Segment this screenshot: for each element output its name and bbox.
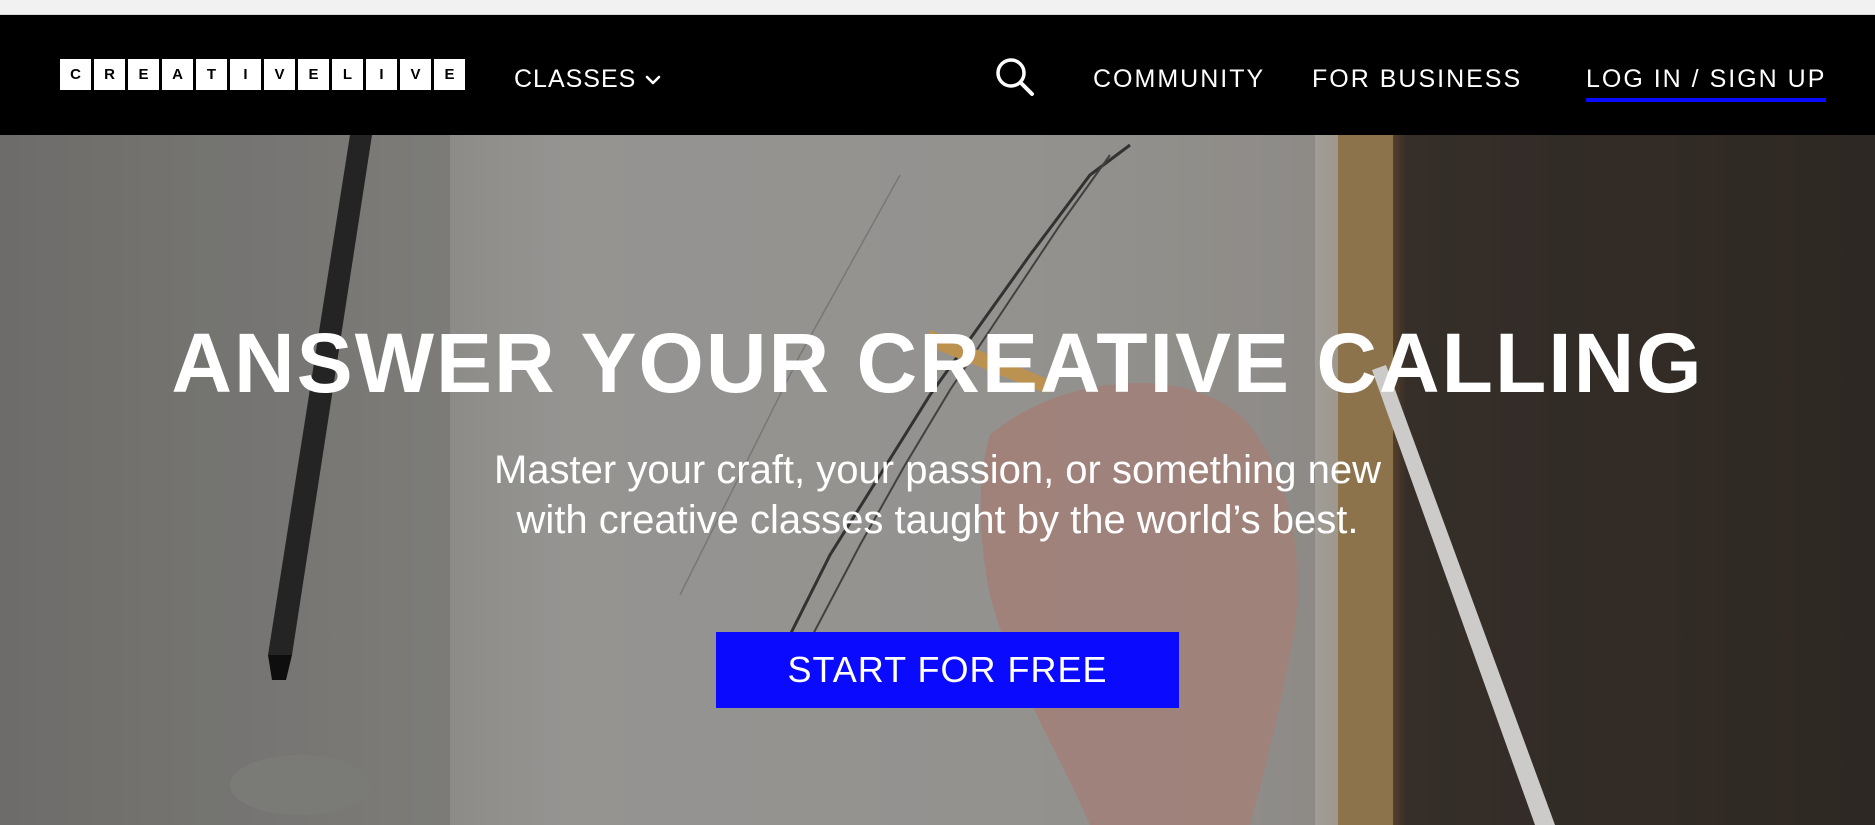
start-for-free-button[interactable]: START FOR FREE (716, 632, 1179, 708)
classes-menu[interactable]: CLASSES (514, 65, 662, 94)
search-icon (996, 58, 1034, 96)
logo-letter: E (434, 59, 465, 90)
hero-section: ANSWER YOUR CREATIVE CALLING Master your… (0, 135, 1875, 825)
logo-letter: R (94, 59, 125, 90)
creativelive-logo[interactable]: C R E A T I V E L I V E (60, 59, 465, 90)
logo-letter: E (298, 59, 329, 90)
hero-subtitle-line1: Master your craft, your passion, or some… (493, 448, 1382, 492)
hero-subtitle: Master your craft, your passion, or some… (0, 445, 1875, 545)
hero-title: ANSWER YOUR CREATIVE CALLING (171, 316, 1704, 410)
logo-letter: I (230, 59, 261, 90)
nav-community-link[interactable]: COMMUNITY (1093, 65, 1265, 94)
logo-letter: L (332, 59, 363, 90)
top-navbar: C R E A T I V E L I V E CLASSES COMMUNIT… (0, 15, 1875, 135)
logo-letter: E (128, 59, 159, 90)
login-signup-link[interactable]: LOG IN / SIGN UP (1586, 65, 1827, 102)
classes-menu-label: CLASSES (514, 65, 637, 93)
browser-chrome-strip (0, 0, 1875, 15)
logo-letter: T (196, 59, 227, 90)
search-button[interactable] (993, 55, 1037, 99)
hero-subtitle-line2: with creative classes taught by the worl… (516, 498, 1359, 542)
nav-for-business-link[interactable]: FOR BUSINESS (1312, 65, 1522, 94)
logo-letter: V (400, 59, 431, 90)
logo-letter: C (60, 59, 91, 90)
chevron-down-icon (646, 75, 661, 84)
logo-letter: I (366, 59, 397, 90)
logo-letter: V (264, 59, 295, 90)
logo-letter: A (162, 59, 193, 90)
